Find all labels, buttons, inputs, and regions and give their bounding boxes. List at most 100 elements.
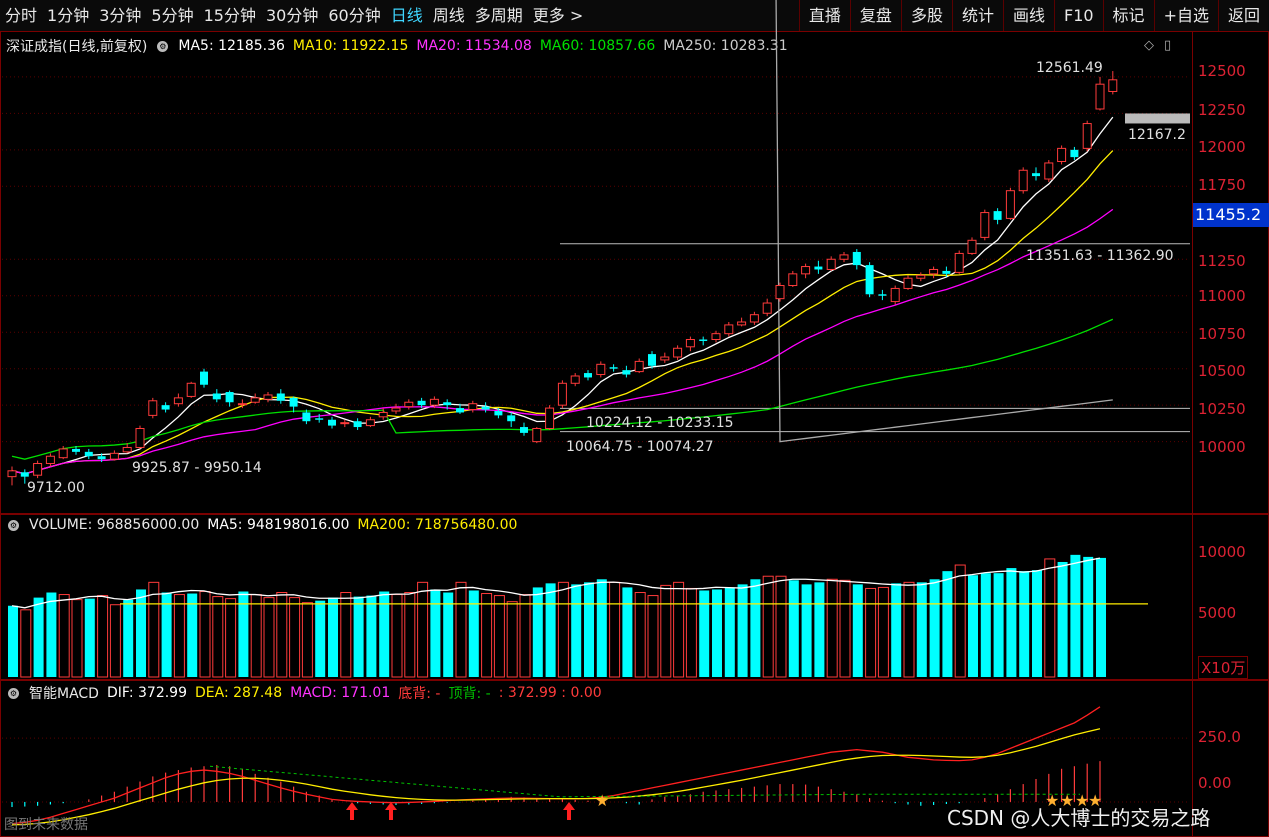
- volume-bar: [775, 575, 787, 678]
- volume-bar: [1057, 561, 1068, 677]
- right-level-annotation: 12167.2: [1128, 127, 1186, 143]
- future-data-label[interactable]: 图到未来数据: [4, 814, 88, 834]
- candle-down: [814, 266, 823, 270]
- candle-up: [634, 360, 644, 373]
- volume-bar: [506, 601, 518, 678]
- candle-up: [545, 407, 555, 430]
- candle-down: [942, 270, 951, 274]
- volume-bar: [173, 594, 185, 678]
- volume-bar: [493, 595, 505, 678]
- volume-bar: [340, 592, 352, 678]
- candle-up: [263, 394, 273, 400]
- volume-bar: [1006, 568, 1017, 677]
- candle-down: [481, 406, 490, 410]
- candle-up: [1018, 169, 1028, 192]
- candle-down: [225, 392, 234, 403]
- candle-up: [903, 277, 913, 289]
- candle-down: [200, 371, 208, 385]
- candle-down: [302, 412, 311, 422]
- volume-bar: [609, 581, 621, 678]
- candle-up: [404, 401, 414, 408]
- volume-bar: [455, 581, 467, 678]
- candle-up: [1082, 123, 1092, 149]
- volume-bar: [519, 594, 531, 678]
- candle-down: [456, 408, 464, 413]
- volume-bar: [187, 593, 198, 677]
- volume-bar: [532, 587, 543, 677]
- candle-up: [237, 403, 247, 406]
- volume-bar: [276, 592, 288, 678]
- volume-bar: [942, 571, 953, 677]
- volume-bar: [660, 584, 672, 678]
- candle-down: [353, 421, 362, 428]
- candle-up: [890, 287, 900, 303]
- volume-bar: [8, 605, 18, 677]
- candle-up: [724, 324, 734, 335]
- volume-bar: [161, 592, 172, 677]
- candle-up: [1108, 79, 1118, 92]
- candle-up: [33, 463, 43, 476]
- volume-bar: [801, 584, 812, 677]
- volume-bar: [647, 595, 659, 678]
- volume-bar: [301, 602, 313, 678]
- candle-up: [148, 400, 158, 416]
- volume-bar: [481, 593, 493, 678]
- volume-bar: [929, 579, 940, 677]
- volume-bar: [954, 564, 966, 678]
- candle-up: [775, 285, 785, 300]
- volume-bar: [788, 580, 799, 677]
- candle-down: [494, 411, 503, 416]
- volume-bar: [545, 583, 556, 677]
- volume-bar: [877, 586, 889, 678]
- candle-up: [365, 419, 375, 427]
- volume-bar: [123, 599, 134, 677]
- candle-up: [557, 382, 567, 406]
- candle-down: [212, 393, 221, 400]
- ma20-line: [11, 208, 1114, 475]
- level-bar: [1125, 113, 1190, 124]
- buy-arrow-icon: [346, 802, 358, 820]
- candle-down: [865, 265, 874, 295]
- candle-down: [648, 354, 656, 366]
- candle-down: [1032, 173, 1040, 177]
- volume-bar: [315, 600, 326, 677]
- candle-up: [929, 268, 939, 275]
- candle-up: [45, 455, 55, 465]
- candle-up: [570, 375, 580, 384]
- volume-bar: [968, 575, 978, 677]
- buy-arrow-icon: [563, 802, 575, 820]
- volume-bar: [852, 584, 863, 677]
- volume-bar: [443, 592, 454, 677]
- volume-bar: [366, 595, 377, 677]
- volume-bar: [596, 579, 607, 677]
- candle-up: [967, 239, 977, 254]
- candle-up: [954, 252, 964, 273]
- candle-down: [699, 339, 708, 341]
- macd-dif-line: [11, 706, 1101, 825]
- left-low-annotation: 9925.87 - 9950.14: [132, 460, 262, 476]
- volume-bar: [212, 596, 224, 678]
- buy-arrow-icon: [385, 802, 397, 820]
- volume-bar: [750, 579, 761, 677]
- volume-bar: [993, 573, 1004, 677]
- candle-down: [878, 294, 887, 296]
- gap-mid-annotation: 10224.12 - 10233.15: [586, 415, 734, 431]
- volume-bar: [903, 581, 915, 678]
- candle-up: [109, 452, 119, 460]
- volume-bar: [84, 598, 95, 677]
- volume-bar: [97, 595, 109, 678]
- candle-up: [749, 314, 759, 323]
- volume-bar: [225, 598, 237, 678]
- runner-icon: ★: [595, 791, 609, 810]
- candle-down: [84, 451, 93, 457]
- candle-down: [315, 418, 324, 420]
- candle-up: [673, 347, 683, 358]
- min-annotation: 9712.00: [27, 480, 85, 496]
- volume-bar: [58, 594, 70, 678]
- candle-down: [276, 393, 285, 401]
- candle-up: [916, 274, 926, 279]
- candle-up: [737, 321, 747, 326]
- candle-up: [391, 407, 401, 412]
- volume-bar: [1044, 558, 1056, 678]
- candle-down: [20, 472, 29, 477]
